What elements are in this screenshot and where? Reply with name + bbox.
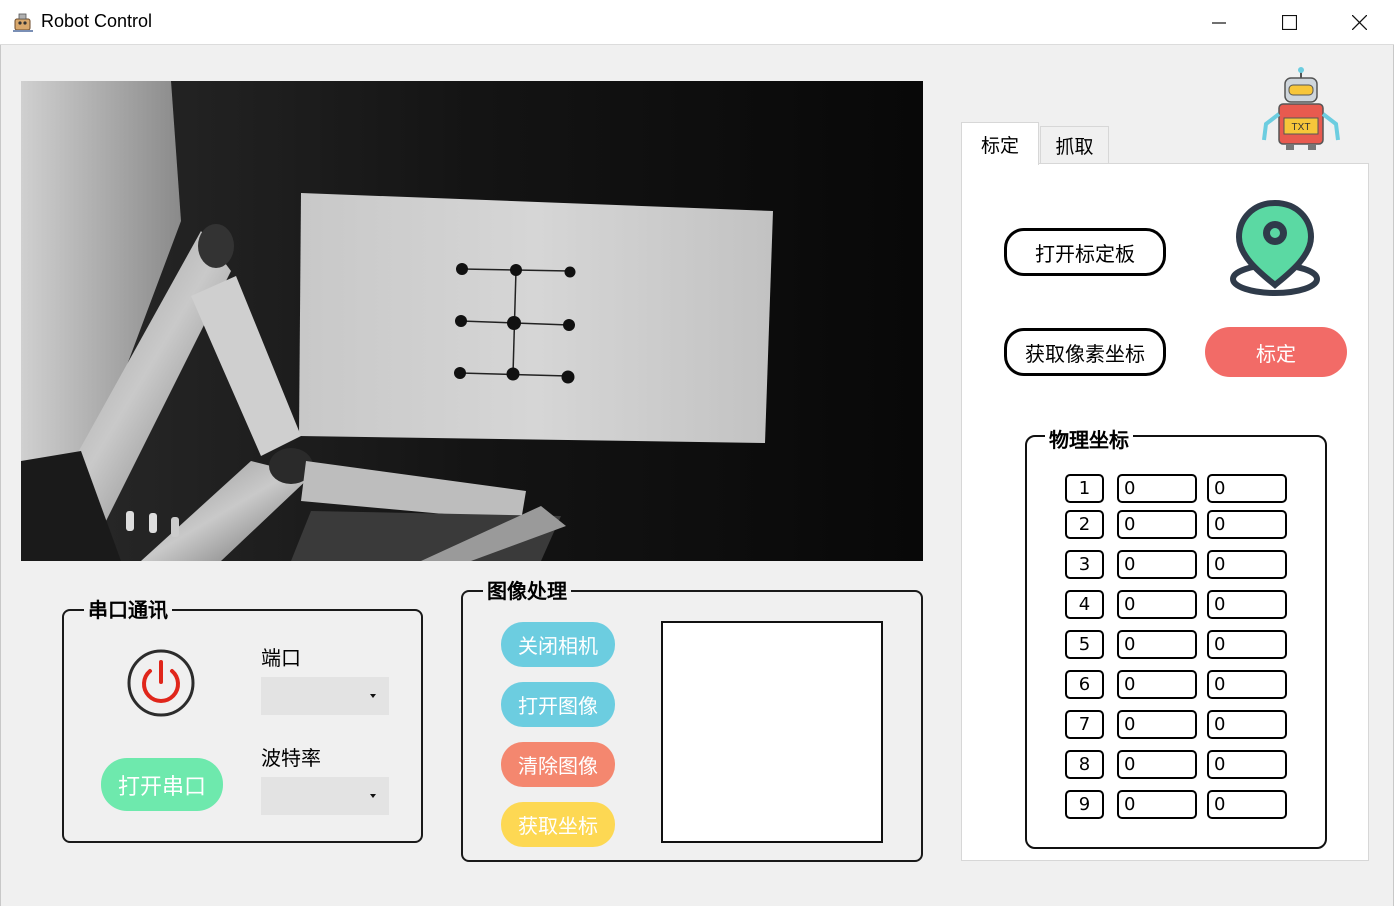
robot-app-icon [13, 13, 33, 32]
get-pixel-coords-button[interactable]: 获取像素坐标 [1004, 328, 1166, 376]
serial-group-title: 串口通讯 [84, 594, 172, 623]
svg-text:TXT: TXT [1292, 122, 1311, 133]
y-coord-input[interactable]: 0 [1207, 750, 1287, 779]
camera-frame-image [21, 81, 923, 561]
y-coord-input[interactable]: 0 [1207, 710, 1287, 739]
point-index-label: 9 [1065, 790, 1104, 819]
tab-grab[interactable]: 抓取 [1040, 126, 1109, 164]
point-index-label: 5 [1065, 630, 1104, 659]
physical-coords-title: 物理坐标 [1045, 424, 1133, 453]
point-index-label: 8 [1065, 750, 1104, 779]
open-image-button[interactable]: 打开图像 [501, 682, 615, 727]
maximize-icon [1281, 15, 1297, 30]
x-coord-input[interactable]: 0 [1117, 750, 1197, 779]
x-coord-input[interactable]: 0 [1117, 710, 1197, 739]
chevron-down-icon [370, 794, 376, 798]
open-serial-button[interactable]: 打开串口 [101, 758, 223, 811]
point-index-label: 1 [1065, 474, 1104, 503]
location-pin-icon [1230, 199, 1320, 296]
point-index-label: 2 [1065, 510, 1104, 539]
clear-image-button[interactable]: 清除图像 [501, 742, 615, 787]
minimize-button[interactable] [1184, 0, 1254, 45]
y-coord-input[interactable]: 0 [1207, 510, 1287, 539]
x-coord-input[interactable]: 0 [1117, 630, 1197, 659]
point-index-label: 4 [1065, 590, 1104, 619]
minimize-icon [1212, 21, 1226, 24]
baud-label: 波特率 [261, 746, 321, 770]
tab-calibration[interactable]: 标定 [961, 122, 1039, 165]
close-camera-button[interactable]: 关闭相机 [501, 622, 615, 667]
calibrate-button[interactable]: 标定 [1205, 327, 1347, 377]
y-coord-input[interactable]: 0 [1207, 550, 1287, 579]
x-coord-input[interactable]: 0 [1117, 474, 1197, 503]
point-index-label: 3 [1065, 550, 1104, 579]
close-icon [1351, 15, 1367, 30]
point-index-label: 7 [1065, 710, 1104, 739]
y-coord-input[interactable]: 0 [1207, 474, 1287, 503]
camera-view [21, 81, 923, 561]
y-coord-input[interactable]: 0 [1207, 590, 1287, 619]
open-calibration-board-button[interactable]: 打开标定板 [1004, 228, 1166, 276]
get-coordinates-button[interactable]: 获取坐标 [501, 802, 615, 847]
x-coord-input[interactable]: 0 [1117, 510, 1197, 539]
window-title: Robot Control [41, 11, 153, 31]
image-preview [661, 621, 883, 843]
port-select[interactable] [261, 677, 389, 715]
robot-logo-icon: TXT [1262, 67, 1340, 150]
baud-select[interactable] [261, 777, 389, 815]
chevron-down-icon [370, 694, 376, 698]
maximize-button[interactable] [1254, 0, 1324, 45]
power-icon[interactable] [126, 648, 196, 718]
port-label: 端口 [261, 646, 301, 670]
y-coord-input[interactable]: 0 [1207, 670, 1287, 699]
close-button[interactable] [1324, 0, 1394, 45]
y-coord-input[interactable]: 0 [1207, 630, 1287, 659]
x-coord-input[interactable]: 0 [1117, 550, 1197, 579]
image-group-title: 图像处理 [483, 575, 571, 604]
y-coord-input[interactable]: 0 [1207, 790, 1287, 819]
title-bar: Robot Control [0, 0, 1394, 45]
x-coord-input[interactable]: 0 [1117, 790, 1197, 819]
point-index-label: 6 [1065, 670, 1104, 699]
x-coord-input[interactable]: 0 [1117, 590, 1197, 619]
x-coord-input[interactable]: 0 [1117, 670, 1197, 699]
